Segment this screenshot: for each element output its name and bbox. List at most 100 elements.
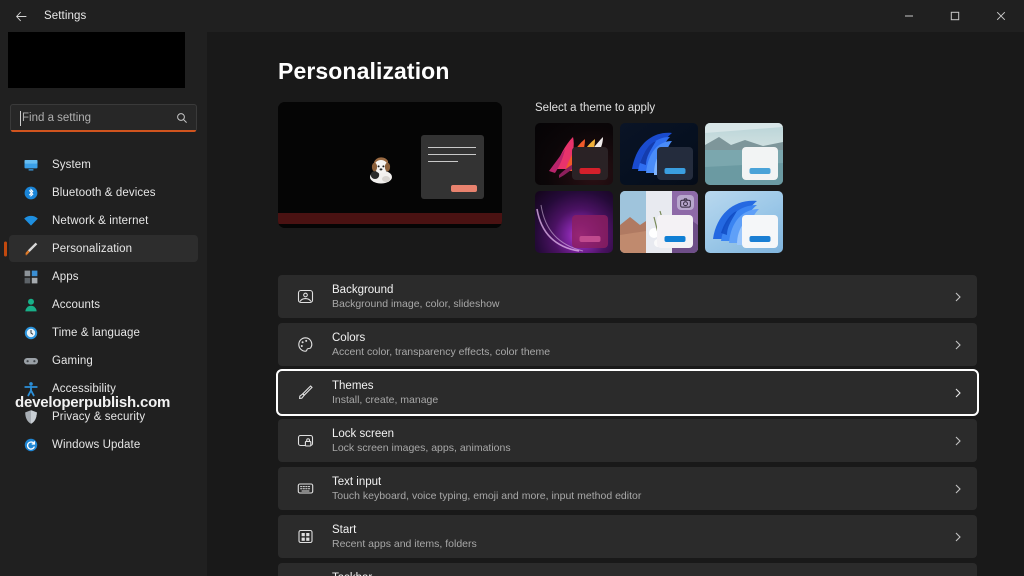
minimize-icon <box>904 11 914 21</box>
back-button[interactable] <box>6 1 36 31</box>
preview-taskbar <box>278 213 502 224</box>
gamepad-icon <box>23 353 39 369</box>
wifi-icon <box>23 213 39 229</box>
settings-row-lock-screen[interactable]: Lock screen Lock screen images, apps, an… <box>278 419 977 462</box>
preview-window-mock <box>421 135 484 199</box>
settings-row-background[interactable]: Background Background image, color, slid… <box>278 275 977 318</box>
theme-window-mock <box>572 215 608 248</box>
update-sync-icon <box>23 437 39 453</box>
sidebar-item-label: Apps <box>52 271 79 283</box>
sidebar-item-system[interactable]: System <box>9 151 198 178</box>
monitor-icon <box>23 157 39 173</box>
window-body: System Bluetooth & devices <box>0 32 1024 576</box>
sidebar-item-label: System <box>52 159 91 171</box>
palette-icon <box>297 336 314 353</box>
settings-row-themes[interactable]: Themes Install, create, manage <box>278 371 977 414</box>
maximize-icon <box>950 11 960 21</box>
theme-window-mock <box>742 215 778 248</box>
back-arrow-icon <box>15 10 28 23</box>
sidebar-item-time-language[interactable]: Time & language <box>9 319 198 346</box>
sidebar-item-label: Personalization <box>52 243 132 255</box>
row-subtitle: Background image, color, slideshow <box>332 298 500 310</box>
row-title: Background <box>332 284 500 297</box>
row-text: Taskbar Taskbar behaviors, system pins <box>332 572 478 576</box>
row-text: Lock screen Lock screen images, apps, an… <box>332 428 511 454</box>
settings-row-colors[interactable]: Colors Accent color, transparency effect… <box>278 323 977 366</box>
theme-accent-button <box>580 168 601 174</box>
sidebar-item-bluetooth-devices[interactable]: Bluetooth & devices <box>9 179 198 206</box>
row-subtitle: Touch keyboard, voice typing, emoji and … <box>332 490 641 502</box>
theme-thumbnail-grid <box>535 123 977 253</box>
settings-row-taskbar[interactable]: Taskbar Taskbar behaviors, system pins <box>278 563 977 576</box>
row-title: Colors <box>332 332 550 345</box>
camera-icon <box>677 195 694 210</box>
row-text: Colors Accent color, transparency effect… <box>332 332 550 358</box>
row-subtitle: Lock screen images, apps, animations <box>332 442 511 454</box>
main-content: Personalization <box>207 32 1024 576</box>
row-subtitle: Install, create, manage <box>332 394 438 406</box>
row-subtitle: Recent apps and items, folders <box>332 538 477 550</box>
preview-line <box>428 154 476 155</box>
personalization-settings-list: Background Background image, color, slid… <box>278 275 977 576</box>
row-title: Start <box>332 524 477 537</box>
window-controls <box>886 0 1024 32</box>
row-text: Themes Install, create, manage <box>332 380 438 406</box>
theme-thumbnail-windows-spotlight[interactable] <box>620 191 698 253</box>
sidebar-item-label: Network & internet <box>52 215 148 227</box>
sidebar-item-label: Privacy & security <box>52 411 145 423</box>
user-profile-redacted <box>8 32 185 88</box>
theme-window-mock <box>657 147 693 180</box>
sidebar-item-personalization[interactable]: Personalization <box>9 235 198 262</box>
theme-thumbnail-flower-dark[interactable] <box>535 123 613 185</box>
theme-accent-button <box>665 168 686 174</box>
theme-thumbnail-windows-bloom-light[interactable] <box>705 191 783 253</box>
close-button[interactable] <box>978 0 1024 32</box>
clock-icon <box>23 325 39 341</box>
apps-icon <box>23 269 39 285</box>
sidebar-item-gaming[interactable]: Gaming <box>9 347 198 374</box>
search-input[interactable] <box>11 112 200 124</box>
lock-screen-icon <box>297 432 314 449</box>
window-title: Settings <box>44 10 86 22</box>
sidebar-item-accounts[interactable]: Accounts <box>9 291 198 318</box>
start-menu-icon <box>297 528 314 545</box>
row-title: Themes <box>332 380 438 393</box>
settings-row-start[interactable]: Start Recent apps and items, folders <box>278 515 977 558</box>
theme-picker: Select a theme to apply <box>535 102 977 253</box>
theme-accent-button <box>750 236 771 242</box>
sidebar-item-windows-update[interactable]: Windows Update <box>9 431 198 458</box>
preview-accent-button <box>451 185 477 192</box>
search-box[interactable] <box>10 104 197 132</box>
sidebar-item-network-internet[interactable]: Network & internet <box>9 207 198 234</box>
settings-row-text-input[interactable]: Text input Touch keyboard, voice typing,… <box>278 467 977 510</box>
chevron-right-icon <box>953 532 963 542</box>
theme-thumbnail-lake-light[interactable] <box>705 123 783 185</box>
maximize-button[interactable] <box>932 0 978 32</box>
settings-window: Settings <box>0 0 1024 576</box>
preview-line <box>428 161 458 162</box>
minimize-button[interactable] <box>886 0 932 32</box>
sidebar-item-apps[interactable]: Apps <box>9 263 198 290</box>
search-icon <box>176 112 188 124</box>
row-title: Lock screen <box>332 428 511 441</box>
preview-line <box>428 147 476 148</box>
sidebar-item-label: Time & language <box>52 327 140 339</box>
row-text: Start Recent apps and items, folders <box>332 524 477 550</box>
chevron-right-icon <box>953 436 963 446</box>
picture-icon <box>297 288 314 305</box>
theme-thumbnail-purple-glow-dark[interactable] <box>535 191 613 253</box>
sidebar: System Bluetooth & devices <box>0 32 207 576</box>
row-subtitle: Accent color, transparency effects, colo… <box>332 346 550 358</box>
close-icon <box>996 11 1006 21</box>
search-focus-underline <box>11 130 196 132</box>
chevron-right-icon <box>953 340 963 350</box>
theme-accent-button <box>665 236 686 242</box>
chevron-right-icon <box>953 292 963 302</box>
chevron-right-icon <box>953 484 963 494</box>
site-watermark: developerpublish.com <box>15 394 170 411</box>
title-bar: Settings <box>0 0 1024 32</box>
theme-window-mock <box>572 147 608 180</box>
account-person-icon <box>23 297 39 313</box>
theme-thumbnail-windows-bloom-dark[interactable] <box>620 123 698 185</box>
sidebar-item-label: Windows Update <box>52 439 140 451</box>
